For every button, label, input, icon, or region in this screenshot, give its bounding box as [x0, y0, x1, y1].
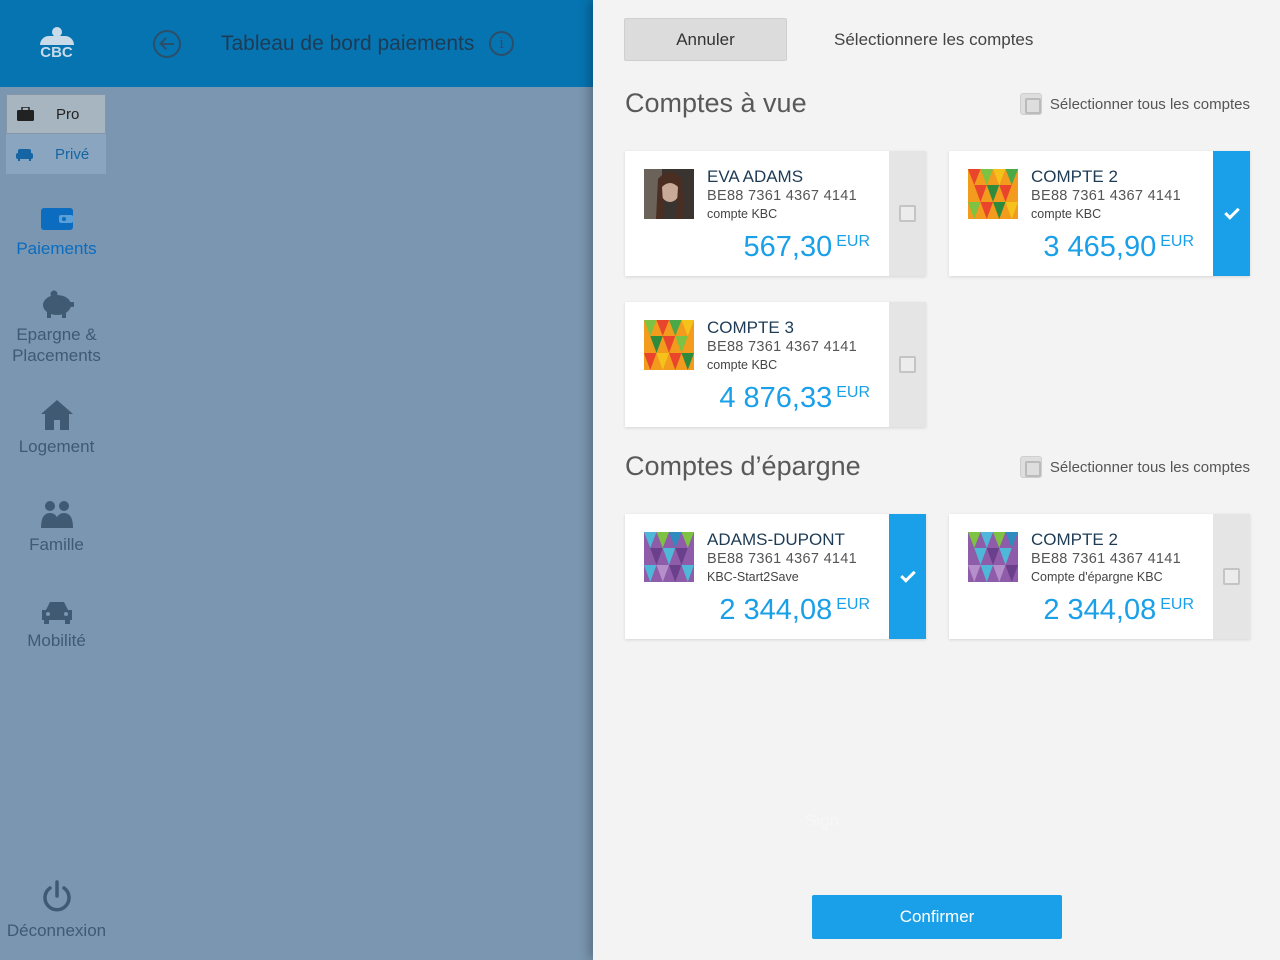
account-currency: EUR [836, 233, 870, 250]
account-currency: EUR [1160, 596, 1194, 613]
info-icon[interactable]: i [489, 31, 514, 56]
account-checkbox[interactable] [889, 151, 926, 276]
account-balance: 3 465,90 EUR [1043, 231, 1194, 264]
account-checkbox-checked[interactable] [889, 514, 926, 639]
nav-savings-label-1: Epargne & [16, 325, 97, 344]
sofa-icon [16, 148, 33, 161]
nav-item-payments[interactable]: Paiements [0, 206, 113, 259]
account-iban: BE88 7361 4367 4141 [1031, 551, 1182, 567]
account-currency: EUR [836, 596, 870, 613]
account-name: EVA ADAMS [707, 167, 804, 186]
account-name: ADAMS-DUPONT [707, 530, 845, 549]
account-checkbox-checked[interactable] [1213, 151, 1250, 276]
account-photo-avatar [644, 169, 694, 219]
piggy-bank-icon [42, 290, 74, 318]
account-checkbox[interactable] [1213, 514, 1250, 639]
select-all-checkbox[interactable] [1019, 93, 1042, 115]
profile-switcher: Pro Privé [6, 94, 106, 174]
account-balance: 2 344,08 EUR [719, 594, 870, 627]
account-card[interactable]: EVA ADAMS BE88 7361 4367 4141 compte KBC… [625, 151, 926, 276]
nav-item-savings[interactable]: Epargne & Placements [0, 290, 113, 366]
account-type: compte KBC [1031, 207, 1102, 221]
nav-housing-label: Logement [18, 437, 95, 456]
car-icon [41, 602, 72, 624]
account-pattern-icon [968, 532, 1018, 582]
account-balance: 2 344,08 EUR [1043, 594, 1194, 627]
profile-prive-label: Privé [55, 145, 90, 163]
account-name: COMPTE 2 [1031, 530, 1118, 549]
cancel-button[interactable]: Annuler [624, 18, 787, 61]
account-pattern-icon [644, 320, 694, 370]
account-checkbox[interactable] [889, 302, 926, 427]
nav-payments-label: Paiements [16, 239, 97, 258]
account-currency: EUR [1160, 233, 1194, 250]
family-icon [40, 501, 73, 528]
back-arrow-icon[interactable] [153, 30, 181, 58]
logo-text: CBC [40, 43, 73, 61]
nav-family-label: Famille [29, 535, 84, 554]
profile-pro-button[interactable]: Pro [6, 94, 106, 134]
account-card[interactable]: COMPTE 2 BE88 7361 4367 4141 compte KBC … [949, 151, 1250, 276]
checkmark-icon [1223, 203, 1240, 220]
nav-item-logout[interactable]: Déconnexion [0, 880, 113, 941]
select-all-checkbox[interactable] [1019, 456, 1042, 478]
nav-mobility-label: Mobilité [27, 631, 86, 650]
account-type: compte KBC [707, 207, 778, 221]
nav-item-housing[interactable]: Logement [0, 400, 113, 457]
account-card[interactable]: COMPTE 3 BE88 7361 4367 4141 compte KBC … [625, 302, 926, 427]
confirm-button[interactable]: Confirmer [812, 895, 1062, 939]
profile-pro-label: Pro [56, 105, 80, 123]
header-bar: Tableau de bord paiements i [113, 0, 593, 87]
account-name: COMPTE 2 [1031, 167, 1118, 186]
cbc-logo-icon: CBC [36, 26, 78, 61]
select-all-savings-accounts[interactable]: Sélectionner tous les comptes [1019, 456, 1250, 478]
brand-logo[interactable]: CBC [0, 0, 113, 87]
account-currency: EUR [836, 384, 870, 401]
select-all-label: Sélectionner tous les comptes [1049, 95, 1250, 113]
account-type: Compte d'épargne KBC [1031, 570, 1163, 584]
section-title-savings-accounts: Comptes d’épargne [625, 451, 861, 481]
account-type: KBC-Start2Save [707, 570, 799, 584]
account-selection-panel: Annuler Sélectionnere les comptes Compte… [593, 0, 1280, 960]
account-card[interactable]: COMPTE 2 BE88 7361 4367 4141 Compte d'ép… [949, 514, 1250, 639]
house-icon [40, 400, 73, 430]
select-all-current-accounts[interactable]: Sélectionner tous les comptes [1019, 93, 1250, 115]
account-iban: BE88 7361 4367 4141 [1031, 188, 1182, 204]
page-title: Tableau de bord paiements [221, 32, 475, 55]
account-amount: 567,30 [743, 231, 833, 263]
panel-title: Sélectionnere les comptes [834, 30, 1034, 49]
account-amount: 2 344,08 [719, 594, 833, 626]
account-amount: 3 465,90 [1043, 231, 1157, 263]
nav-savings-label-2: Placements [12, 346, 101, 365]
account-iban: BE88 7361 4367 4141 [707, 551, 858, 567]
nav-item-family[interactable]: Famille [0, 500, 113, 555]
nav-logout-label: Déconnexion [6, 921, 107, 940]
account-iban: BE88 7361 4367 4141 [707, 188, 858, 204]
account-name: COMPTE 3 [707, 318, 794, 337]
account-amount: 4 876,33 [719, 382, 833, 414]
power-icon [42, 880, 71, 912]
briefcase-icon [17, 107, 34, 121]
account-balance: 4 876,33 EUR [719, 382, 870, 415]
section-title-current-accounts: Comptes à vue [625, 88, 807, 118]
account-card[interactable]: ADAMS-DUPONT BE88 7361 4367 4141 KBC-Sta… [625, 514, 926, 639]
account-iban: BE88 7361 4367 4141 [707, 339, 858, 355]
wallet-icon [40, 208, 73, 230]
profile-prive-button[interactable]: Privé [6, 134, 106, 174]
sign-label: Sign [805, 811, 840, 830]
nav-item-mobility[interactable]: Mobilité [0, 600, 113, 651]
account-balance: 567,30 EUR [744, 231, 870, 264]
account-type: compte KBC [707, 358, 778, 372]
select-all-label: Sélectionner tous les comptes [1049, 458, 1250, 476]
account-pattern-icon [968, 169, 1018, 219]
left-nav: CBC Pro Privé Paiements Epargne & Placem… [0, 0, 113, 960]
dimmed-overlay[interactable] [113, 87, 593, 960]
account-pattern-icon [644, 532, 694, 582]
checkmark-icon [899, 566, 916, 583]
account-amount: 2 344,08 [1043, 594, 1157, 626]
